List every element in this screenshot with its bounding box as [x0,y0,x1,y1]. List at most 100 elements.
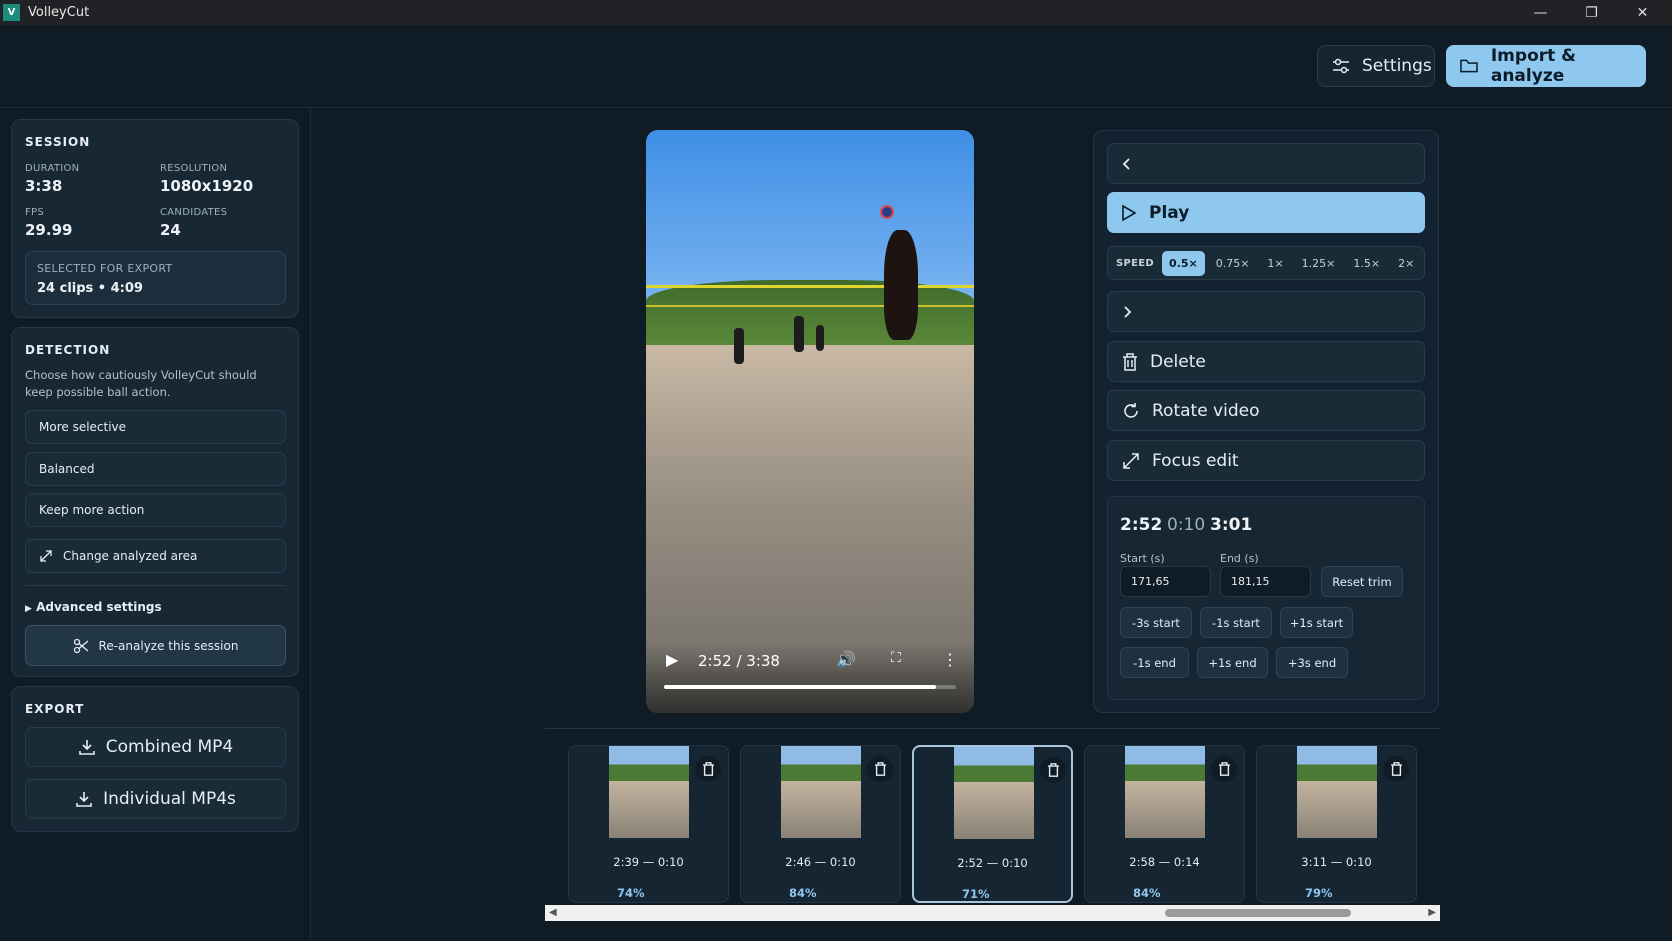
play-button[interactable]: Play [1107,192,1425,233]
trash-icon [1123,352,1137,371]
play-icon[interactable]: ▶ [666,650,678,669]
divider [25,585,286,586]
advanced-settings-toggle[interactable]: ▶ Advanced settings [25,600,162,614]
delete-clip-button[interactable] [1383,756,1409,782]
folder-icon [1460,59,1478,73]
video-progress-bar[interactable] [664,685,956,689]
speed-option[interactable]: 0.75× [1209,251,1257,276]
trash-icon [1047,763,1059,777]
video-time: 2:52 / 3:38 [698,652,780,670]
speed-option[interactable]: 2× [1391,251,1421,276]
speed-option[interactable]: 1× [1260,251,1290,276]
trash-icon [1218,762,1230,776]
minimize-icon[interactable]: — [1515,0,1566,25]
trash-icon [1390,762,1402,776]
trim-end-time: 3:01 [1210,515,1253,535]
delete-button[interactable]: Delete [1107,341,1425,382]
plus-3s-end-button[interactable]: +3s end [1276,647,1348,678]
clip-card[interactable]: 2:58 — 0:14 84% [1084,745,1245,903]
selected-label: SELECTED FOR EXPORT [37,262,173,275]
clip-thumbnail [954,747,1034,839]
change-area-label: Change analyzed area [63,549,198,563]
video-trees [646,280,974,350]
delete-clip-button[interactable] [695,756,721,782]
video-figure [794,316,804,352]
minus-1s-start-button[interactable]: -1s start [1200,607,1272,638]
clip-card[interactable]: 2:46 — 0:10 84% [740,745,901,903]
resolution-value: 1080x1920 [160,177,254,195]
start-input[interactable]: 171,65 [1120,566,1211,597]
sliders-icon [1333,58,1349,74]
option-more-selective[interactable]: More selective [25,410,286,444]
plus-1s-end-button[interactable]: +1s end [1197,647,1268,678]
volume-icon[interactable]: 🔊 [836,650,856,669]
clip-card[interactable]: 2:52 — 0:10 71% [912,745,1073,903]
trash-icon [702,762,714,776]
scroll-right-icon[interactable]: ▶ [1428,907,1436,918]
reanalyze-button[interactable]: Re-analyze this session [25,625,286,666]
sidebar: SESSION DURATION 3:38 RESOLUTION 1080x19… [0,108,311,941]
video-player[interactable]: ▶ 2:52 / 3:38 🔊 ⛶ ⋮ [646,130,974,713]
delete-clip-button[interactable] [1040,757,1066,783]
scroll-left-icon[interactable]: ◀ [549,907,557,918]
clip-strip-scrollbar[interactable]: ◀ ▶ [545,905,1440,921]
reset-trim-button[interactable]: Reset trim [1321,566,1403,597]
title-bar: V VolleyCut — ❐ ✕ [0,0,1672,25]
clip-confidence: 71% [962,887,990,901]
candidates-value: 24 [160,221,181,239]
option-keep-more-action[interactable]: Keep more action [25,493,286,527]
combined-mp4-button[interactable]: Combined MP4 [25,727,286,767]
session-title: SESSION [25,135,91,149]
speed-option[interactable]: 0.5× [1162,250,1205,276]
trim-start-time: 2:52 [1120,515,1163,535]
clip-thumbnail [609,746,689,838]
chevron-right-icon [1124,305,1132,318]
chevron-left-icon [1122,157,1130,170]
fps-label: FPS [25,207,45,218]
delete-clip-button[interactable] [1211,756,1237,782]
import-analyze-button[interactable]: Import & analyze [1446,45,1646,87]
expand-icon [1123,452,1139,469]
caret-right-icon: ▶ [25,604,32,614]
restore-icon[interactable]: ❐ [1566,0,1617,25]
video-net [646,285,974,288]
export-card: EXPORT Combined MP4 Individual MP4s [11,686,299,832]
minus-3s-start-button[interactable]: -3s start [1120,607,1192,638]
change-area-button[interactable]: Change analyzed area [25,539,286,573]
individual-mp4s-button[interactable]: Individual MP4s [25,779,286,819]
clip-card[interactable]: 2:39 — 0:10 74% [568,745,729,903]
end-field-label: End (s) [1220,552,1259,565]
resolution-label: RESOLUTION [160,163,228,174]
trash-icon [874,762,886,776]
speed-option[interactable]: 1.25× [1295,251,1343,276]
plus-1s-start-button[interactable]: +1s start [1280,607,1353,638]
next-clip-button[interactable] [1107,291,1425,332]
trim-editor: 2:52 0:10 3:01 Start (s) End (s) 171,65 … [1107,496,1425,700]
download-icon [78,740,95,755]
rotate-video-button[interactable]: Rotate video [1107,390,1425,431]
settings-button[interactable]: Settings [1317,45,1435,87]
selected-export-box: SELECTED FOR EXPORT 24 clips • 4:09 [25,251,286,305]
fullscreen-icon[interactable]: ⛶ [891,650,901,666]
window-title: VolleyCut [28,5,90,20]
speed-label: SPEED [1116,257,1154,269]
previous-clip-button[interactable] [1107,143,1425,184]
clip-label: 3:11 — 0:10 [1301,855,1372,869]
video-figure [734,328,744,364]
speed-option[interactable]: 1.5× [1346,251,1387,276]
delete-clip-button[interactable] [867,756,893,782]
focus-edit-button[interactable]: Focus edit [1107,440,1425,481]
minus-1s-end-button[interactable]: -1s end [1120,647,1189,678]
option-balanced[interactable]: Balanced [25,452,286,486]
detection-title: DETECTION [25,343,111,357]
play-label: Play [1149,202,1190,223]
clip-card[interactable]: 3:11 — 0:10 79% [1256,745,1417,903]
duration-value: 3:38 [25,177,63,195]
scrollbar-thumb[interactable] [1165,909,1351,917]
clip-label: 2:39 — 0:10 [613,855,684,869]
video-figure [816,325,824,351]
more-options-icon[interactable]: ⋮ [942,650,958,669]
end-input[interactable]: 181,15 [1220,566,1311,597]
close-icon[interactable]: ✕ [1617,0,1668,25]
video-net-lower [646,305,974,307]
